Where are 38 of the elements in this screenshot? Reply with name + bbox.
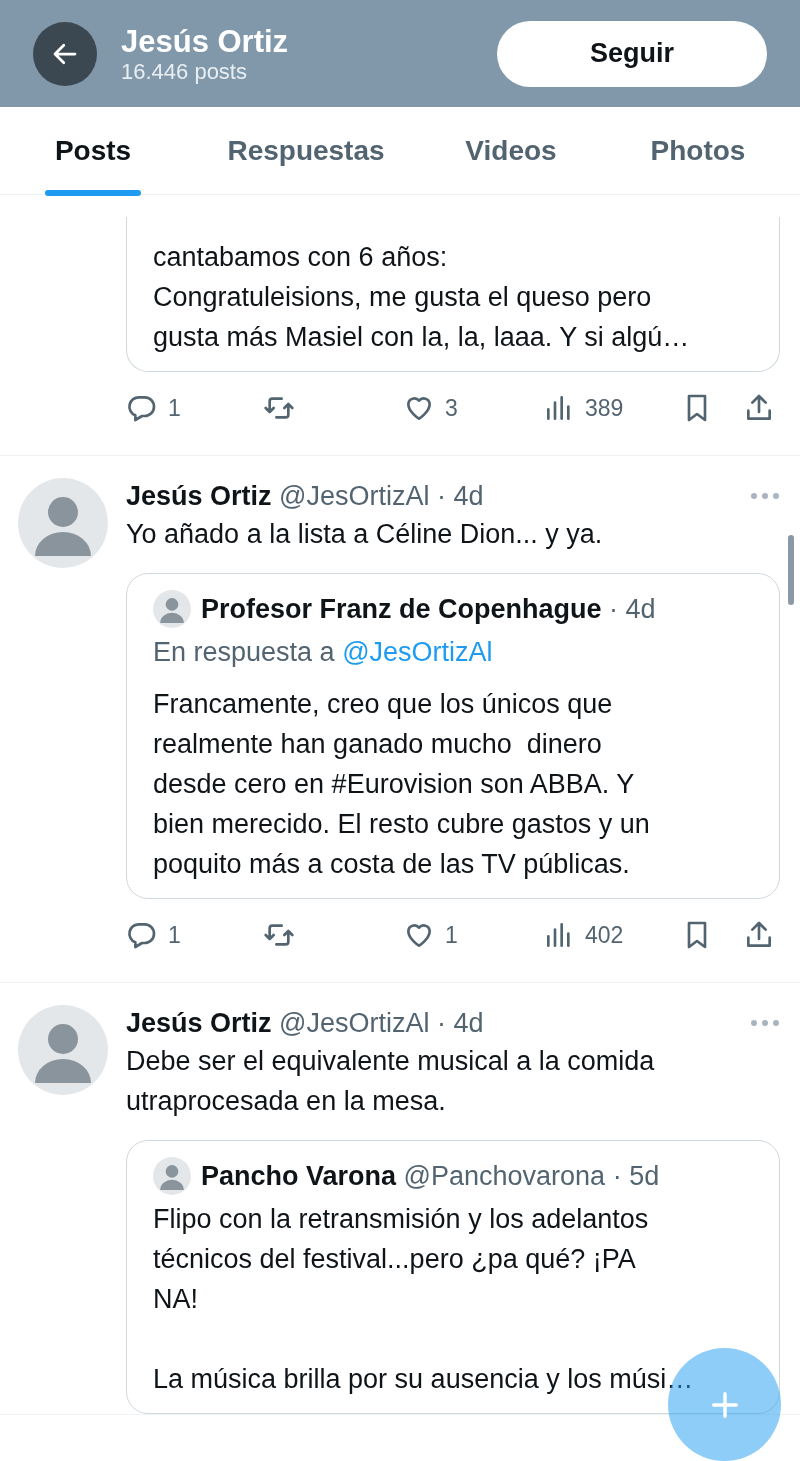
like-count: 3 xyxy=(445,393,458,423)
author-name[interactable]: Pancho Varona xyxy=(201,1161,397,1191)
tab[interactable]: Videos xyxy=(426,107,596,195)
reply-count: 1 xyxy=(168,393,181,423)
quoted-text: Flipo con la retransmisión y los adelantos técnicos del festival...pero ¿pa qué? ¡PA NA! La música brilla por su ausencia y los músi… xyxy=(153,1203,695,1396)
tab[interactable]: Photos xyxy=(596,107,800,195)
quoted-post-card[interactable]: cantabamos con 6 años: Congratuleisions, me gusta el queso pero gusta más Masiel con la, la, laaa. Y si algú… xyxy=(126,217,780,372)
quoted-post-card[interactable] xyxy=(126,573,780,899)
view-count: 402 xyxy=(585,920,624,950)
author-name[interactable]: Profesor Franz de Copenhague xyxy=(201,594,602,624)
post-text: Debe ser el equivalente musical a la comida utraprocesada en la mesa. xyxy=(126,1045,656,1118)
author-name[interactable]: Jesús Ortiz xyxy=(126,1008,272,1038)
quoted-text: cantabamos con 6 años: Congratuleisions, me gusta el queso pero gusta más Masiel con la, la, laaa. Y si algú… xyxy=(153,241,691,354)
tab[interactable]: Respuestas xyxy=(186,107,426,195)
post-time: · 4d xyxy=(437,481,484,511)
profile-name: Jesús Ortiz xyxy=(121,23,290,60)
scrollbar[interactable] xyxy=(788,535,794,605)
quoted-post-card[interactable]: Pancho Varona @Panchovarona · 5d Flipo con la retransmisión y los adelantos técnicos del festival...pero ¿pa qué? ¡PA NA! La música brilla por su ausencia y los músi… xyxy=(126,1140,780,1414)
author-handle[interactable]: @JesOrtizAl xyxy=(279,481,430,511)
avatar[interactable] xyxy=(18,1005,108,1095)
view-count: 389 xyxy=(585,393,624,423)
avatar[interactable] xyxy=(153,590,191,628)
post-time: · 4d xyxy=(437,1008,484,1038)
author-name[interactable]: Jesús Ortiz xyxy=(126,481,272,511)
tab[interactable]: Posts xyxy=(0,107,186,195)
follow-button[interactable]: Seguir xyxy=(497,20,767,87)
post-time: · 4d xyxy=(609,594,656,624)
avatar[interactable] xyxy=(153,1157,191,1195)
post-time: · 5d xyxy=(612,1161,660,1191)
quoted-text: Francamente, creo que los únicos que realmente han ganado mucho dinero desde cero en #Eurovision son ABBA. Y bien merecido. El resto cubre gastos y un poquito más a costa de las TV públicas. xyxy=(153,688,651,881)
post-count: 16.446 posts xyxy=(121,59,248,84)
avatar[interactable] xyxy=(18,478,108,568)
post-text: Yo añado a la lista a Céline Dion... y ya. xyxy=(126,518,604,551)
reply-count: 1 xyxy=(168,920,181,950)
reply-context: En respuesta a @JesOrtizAl xyxy=(153,636,494,669)
author-handle[interactable]: @JesOrtizAl xyxy=(279,1008,430,1038)
like-count: 1 xyxy=(445,920,458,950)
author-handle[interactable]: @Panchovarona xyxy=(403,1161,606,1191)
